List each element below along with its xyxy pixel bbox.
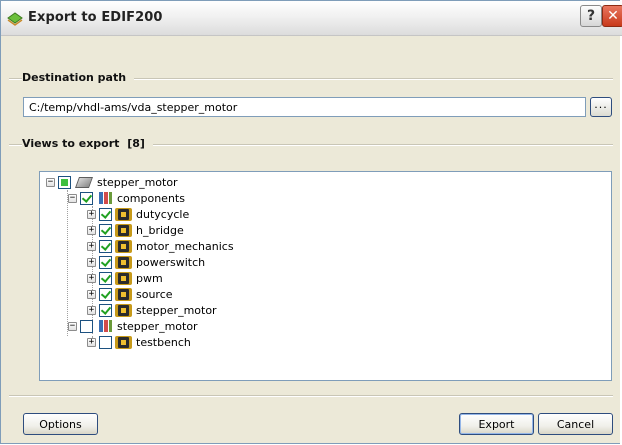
design-icon xyxy=(74,176,94,188)
tree-node-label: stepper_motor xyxy=(117,319,198,333)
tree-checkbox[interactable] xyxy=(99,271,112,285)
tree-checkbox[interactable] xyxy=(80,319,93,333)
expand-icon[interactable]: + xyxy=(87,337,96,347)
tree-checkbox[interactable] xyxy=(99,303,112,317)
component-chip-icon xyxy=(118,208,129,220)
library-icon xyxy=(97,191,113,205)
close-button[interactable]: ✕ xyxy=(602,5,622,27)
export-button[interactable]: Export xyxy=(459,413,534,435)
tree-checkbox[interactable] xyxy=(99,287,112,301)
expand-icon[interactable]: + xyxy=(87,241,96,251)
tree-node-stepper-motor-lib[interactable]: − stepper_motor xyxy=(68,318,198,334)
component-chip-icon xyxy=(118,304,129,316)
component-chip-icon xyxy=(118,256,129,268)
tree-node-label: h_bridge xyxy=(136,223,184,237)
expand-icon[interactable]: + xyxy=(87,209,96,219)
destination-group-label: Destination path xyxy=(22,71,135,84)
app-logo-icon xyxy=(7,12,23,26)
component-chip-icon xyxy=(118,336,129,348)
tree-node-label: motor_mechanics xyxy=(136,239,234,253)
tree-node-components[interactable]: − components xyxy=(68,190,185,206)
cancel-button[interactable]: Cancel xyxy=(538,413,613,435)
expand-icon[interactable]: + xyxy=(87,289,96,299)
tree-checkbox[interactable] xyxy=(99,239,112,253)
component-chip-icon xyxy=(118,272,129,284)
tree-checkbox[interactable] xyxy=(99,255,112,269)
component-chip-icon xyxy=(118,224,129,236)
options-button[interactable]: Options xyxy=(23,413,98,435)
tree-node-component[interactable]: + pwm xyxy=(87,270,163,286)
tree-node-root[interactable]: − stepper_motor xyxy=(46,174,178,190)
tree-node-component[interactable]: + testbench xyxy=(87,334,191,350)
views-group-label: Views to export [8] xyxy=(22,137,153,150)
views-tree[interactable]: − stepper_motor − components + dutycycle… xyxy=(39,171,612,381)
tree-node-label: source xyxy=(136,287,173,301)
window-title: Export to EDIF200 xyxy=(28,10,163,25)
tree-checkbox[interactable] xyxy=(99,223,112,237)
tree-node-component[interactable]: + powerswitch xyxy=(87,254,205,270)
component-chip-icon xyxy=(118,288,129,300)
tree-node-label: components xyxy=(117,191,185,205)
tree-checkbox[interactable] xyxy=(99,207,112,221)
views-count: [8] xyxy=(127,137,145,150)
tree-node-component[interactable]: + dutycycle xyxy=(87,206,189,222)
tree-node-label: stepper_motor xyxy=(97,175,178,189)
title-bar[interactable]: Export to EDIF200 ? ✕ xyxy=(1,1,622,36)
expand-icon[interactable]: + xyxy=(87,225,96,235)
tree-node-label: powerswitch xyxy=(136,255,206,269)
tree-checkbox[interactable] xyxy=(80,191,93,205)
tree-connector xyxy=(67,190,68,336)
expand-icon[interactable]: + xyxy=(87,273,96,283)
tree-checkbox[interactable] xyxy=(58,175,71,189)
tree-node-component[interactable]: + h_bridge xyxy=(87,222,184,238)
component-chip-icon xyxy=(118,240,129,252)
tree-node-component[interactable]: + stepper_motor xyxy=(87,302,217,318)
expand-icon[interactable]: + xyxy=(87,257,96,267)
tree-node-label: testbench xyxy=(136,335,191,349)
tree-node-label: pwm xyxy=(136,271,163,285)
library-icon xyxy=(97,319,113,333)
tree-node-label: dutycycle xyxy=(136,207,190,221)
help-button[interactable]: ? xyxy=(580,5,602,27)
button-bar-divider xyxy=(9,395,613,397)
views-group-title: Views to export xyxy=(22,137,120,150)
tree-node-component[interactable]: + motor_mechanics xyxy=(87,238,234,254)
tree-node-label: stepper_motor xyxy=(136,303,217,317)
browse-button[interactable]: ... xyxy=(590,97,612,117)
expand-icon[interactable]: + xyxy=(87,305,96,315)
collapse-icon[interactable]: − xyxy=(68,321,77,331)
collapse-icon[interactable]: − xyxy=(46,177,55,187)
destination-path-input[interactable] xyxy=(23,97,586,117)
tree-checkbox[interactable] xyxy=(99,335,112,349)
tree-node-component[interactable]: + source xyxy=(87,286,173,302)
export-dialog: Export to EDIF200 ? ✕ Destination path .… xyxy=(0,0,622,444)
collapse-icon[interactable]: − xyxy=(68,193,77,203)
